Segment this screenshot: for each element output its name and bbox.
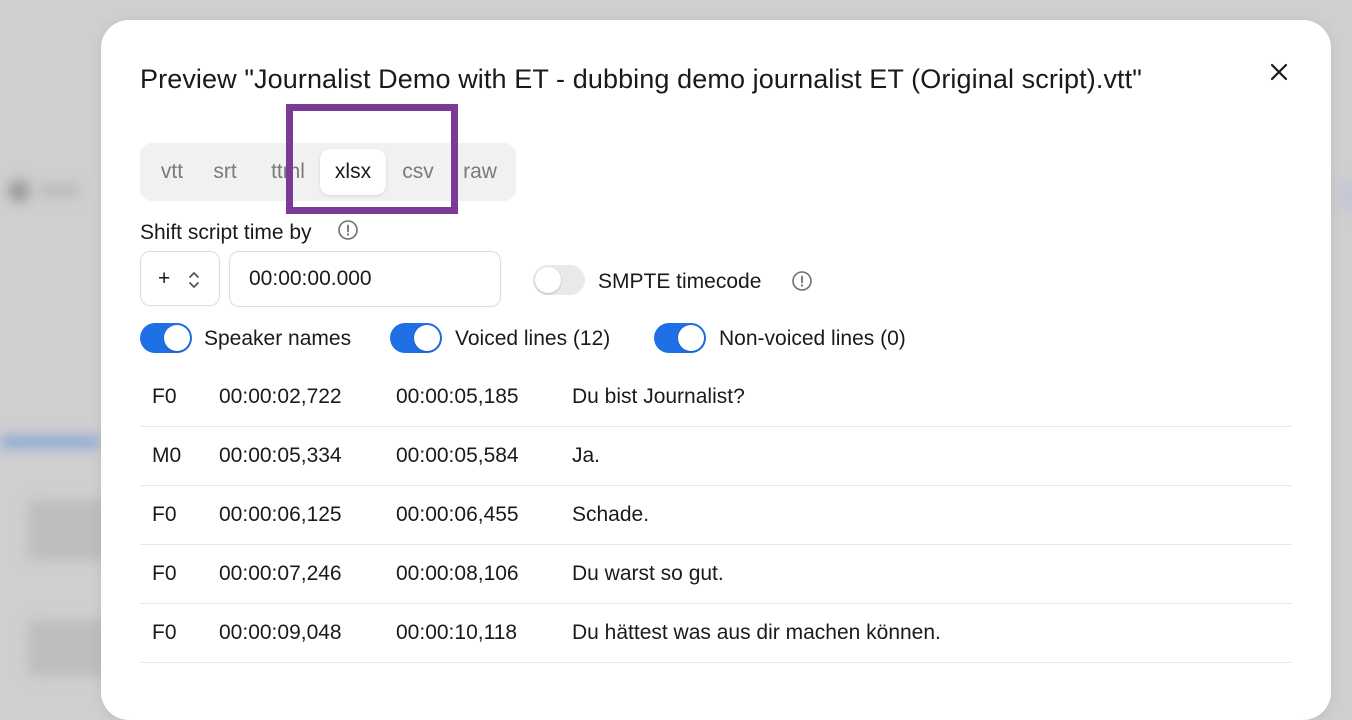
tab-csv[interactable]: csv xyxy=(394,149,442,195)
cell-text: Du warst so gut. xyxy=(572,562,724,585)
tab-srt[interactable]: srt xyxy=(204,149,246,195)
table-row: F0 00:00:07,246 00:00:08,106 Du warst so… xyxy=(140,545,1292,604)
cell-start: 00:00:09,048 xyxy=(219,621,342,644)
cell-end: 00:00:10,118 xyxy=(396,621,518,644)
cell-text: Du hättest was aus dir machen können. xyxy=(572,621,941,644)
toggle-knob xyxy=(678,325,704,351)
smpte-label: SMPTE timecode xyxy=(598,270,762,293)
table-row: F0 00:00:06,125 00:00:06,455 Schade. xyxy=(140,486,1292,545)
close-button[interactable] xyxy=(1265,58,1293,86)
shift-label: Shift script time by xyxy=(140,221,312,244)
background-card-blur xyxy=(28,500,108,560)
table-row: M0 00:00:05,334 00:00:05,584 Ja. xyxy=(140,427,1292,486)
toggle-knob xyxy=(535,267,561,293)
speaker-names-toggle[interactable] xyxy=(140,323,192,353)
cell-text: Du bist Journalist? xyxy=(572,385,745,408)
tab-vtt[interactable]: vtt xyxy=(148,149,196,195)
cell-start: 00:00:02,722 xyxy=(219,385,342,408)
background-card-blur xyxy=(28,620,108,676)
background-edge-blur xyxy=(1340,180,1352,210)
modal-title: Preview "Journalist Demo with ET - dubbi… xyxy=(140,64,1142,94)
shift-info-button[interactable] xyxy=(337,219,359,241)
non-voiced-lines-label: Non-voiced lines (0) xyxy=(719,327,906,350)
cell-end: 00:00:05,584 xyxy=(396,444,519,467)
table-row: F0 00:00:09,048 00:00:10,118 Du hättest … xyxy=(140,604,1292,663)
shift-sign-value: + xyxy=(158,266,171,290)
table-row: F0 00:00:02,722 00:00:05,185 Du bist Jou… xyxy=(140,368,1292,427)
cell-speaker: F0 xyxy=(152,562,177,585)
voiced-lines-toggle[interactable] xyxy=(390,323,442,353)
smpte-toggle[interactable] xyxy=(533,265,585,295)
cell-end: 00:00:08,106 xyxy=(396,562,519,585)
background-bar-blur xyxy=(40,184,80,196)
cell-speaker: F0 xyxy=(152,385,177,408)
background-link-blur xyxy=(0,436,100,448)
smpte-info-button[interactable] xyxy=(791,270,813,292)
non-voiced-lines-toggle[interactable] xyxy=(654,323,706,353)
cell-text: Schade. xyxy=(572,503,650,526)
background-avatar-blur xyxy=(8,180,30,202)
cell-speaker: M0 xyxy=(152,444,182,467)
cell-end: 00:00:05,185 xyxy=(396,385,519,408)
tab-raw[interactable]: raw xyxy=(454,149,506,195)
cell-start: 00:00:07,246 xyxy=(219,562,342,585)
info-icon xyxy=(338,220,358,240)
tab-xlsx[interactable]: xlsx xyxy=(320,149,386,195)
cell-text: Ja. xyxy=(572,444,601,467)
preview-modal: Preview "Journalist Demo with ET - dubbi… xyxy=(101,20,1331,720)
info-icon xyxy=(792,271,812,291)
cell-speaker: F0 xyxy=(152,621,177,644)
cell-start: 00:00:05,334 xyxy=(219,444,342,467)
cell-end: 00:00:06,455 xyxy=(396,503,519,526)
voiced-lines-label: Voiced lines (12) xyxy=(455,327,611,350)
format-tabs: vtt srt ttml xlsx csv raw xyxy=(140,143,516,201)
shift-sign-select[interactable]: + xyxy=(140,251,220,306)
shift-time-input[interactable] xyxy=(229,251,501,307)
tab-ttml[interactable]: ttml xyxy=(258,149,318,195)
cell-speaker: F0 xyxy=(152,503,177,526)
close-icon xyxy=(1270,63,1288,81)
toggle-knob xyxy=(164,325,190,351)
cell-start: 00:00:06,125 xyxy=(219,503,342,526)
chevron-up-down-icon xyxy=(189,272,199,288)
speaker-names-label: Speaker names xyxy=(204,327,352,350)
toggle-knob xyxy=(414,325,440,351)
preview-table: F0 00:00:02,722 00:00:05,185 Du bist Jou… xyxy=(140,368,1292,663)
